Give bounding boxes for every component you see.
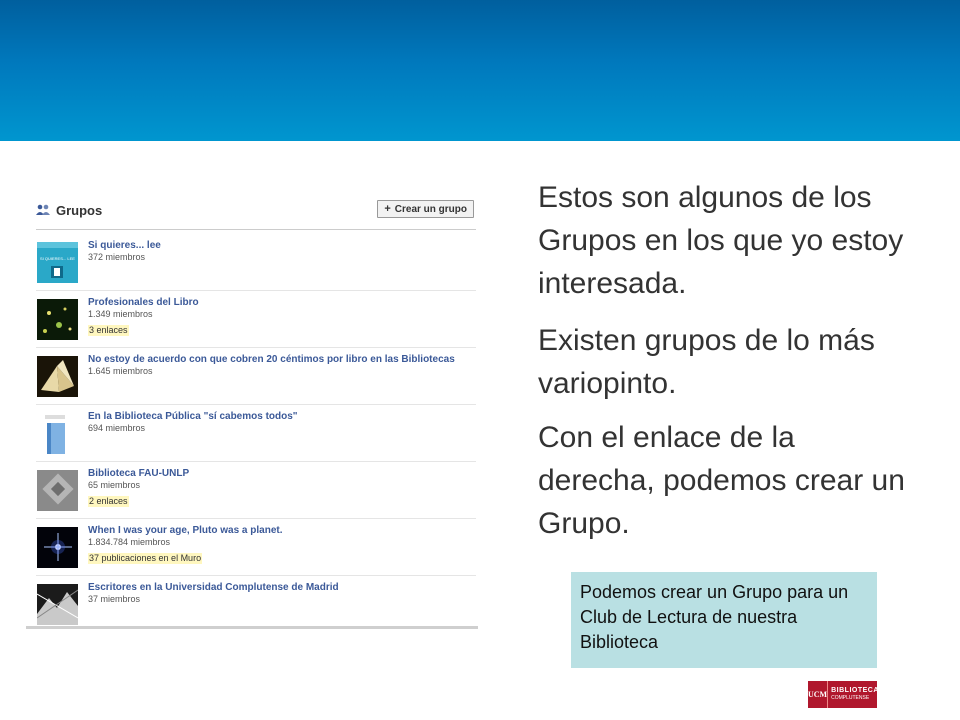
group-thumbnail[interactable] <box>37 584 78 625</box>
groups-icon <box>36 204 50 215</box>
logo-mark: UCM <box>808 681 829 708</box>
create-group-button[interactable]: + Crear un grupo <box>377 200 474 218</box>
ucm-logo: UCM BIBLIOTECA COMPLUTENSE <box>808 681 879 708</box>
group-info: Escritores en la Universidad Complutense… <box>88 582 473 605</box>
group-row[interactable]: Profesionales del Libro 1.349 miembros 3… <box>36 291 476 348</box>
note-box: Podemos crear un Grupo para un Club de L… <box>571 572 877 668</box>
group-row[interactable]: Biblioteca FAU-UNLP 65 miembros 2 enlace… <box>36 462 476 519</box>
group-name[interactable]: Profesionales del Libro <box>88 297 473 309</box>
groups-header: Grupos + Crear un grupo <box>26 190 478 230</box>
group-members: 1.645 miembros <box>88 366 153 376</box>
logo-line-2: COMPLUTENSE <box>831 695 870 701</box>
group-extra[interactable]: 37 publicaciones en el Muro <box>88 553 203 564</box>
groups-panel: Grupos + Crear un grupo SI QUIERES... LE… <box>26 190 478 630</box>
create-group-label: Crear un grupo <box>394 203 467 215</box>
paragraph-3: Con el enlace de la derecha, podemos cre… <box>538 421 905 540</box>
group-members: 1.349 miembros <box>88 309 153 319</box>
group-info: Biblioteca FAU-UNLP 65 miembros 2 enlace… <box>88 468 473 509</box>
group-members: 65 miembros <box>88 480 141 490</box>
paragraph-1: Estos son algunos de los Grupos en los q… <box>538 181 904 300</box>
group-thumbnail[interactable] <box>37 299 78 340</box>
group-name[interactable]: En la Biblioteca Pública "sí cabemos tod… <box>88 411 473 423</box>
group-extra[interactable]: 2 enlaces <box>88 496 129 507</box>
group-thumbnail[interactable] <box>37 527 78 568</box>
group-row[interactable]: When I was your age, Pluto was a planet.… <box>36 519 476 576</box>
group-members: 37 miembros <box>88 594 141 604</box>
plus-icon: + <box>384 203 391 215</box>
thumbnail-text: SI QUIERES... LEE <box>40 256 75 261</box>
group-row[interactable]: No estoy de acuerdo con que cobren 20 cé… <box>36 348 476 405</box>
group-info: Profesionales del Libro 1.349 miembros 3… <box>88 297 473 338</box>
groups-title: Grupos <box>56 203 103 218</box>
group-members: 1.834.784 miembros <box>88 537 171 547</box>
group-row[interactable]: Escritores en la Universidad Complutense… <box>36 576 476 632</box>
group-name[interactable]: When I was your age, Pluto was a planet. <box>88 525 473 537</box>
group-thumbnail[interactable]: SI QUIERES... LEE <box>37 242 78 283</box>
paragraph-2: Existen grupos de lo más variopinto. <box>538 324 875 400</box>
group-members: 694 miembros <box>88 423 146 433</box>
group-name[interactable]: No estoy de acuerdo con que cobren 20 cé… <box>88 354 473 366</box>
group-info: En la Biblioteca Pública "sí cabemos tod… <box>88 411 473 434</box>
group-row[interactable]: SI QUIERES... LEE Si quieres... lee 372 … <box>36 234 476 291</box>
group-name[interactable]: Si quieres... lee <box>88 240 473 252</box>
group-name[interactable]: Biblioteca FAU-UNLP <box>88 468 473 480</box>
group-info: Si quieres... lee 372 miembros <box>88 240 473 263</box>
panel-bottom-border <box>26 626 478 629</box>
group-members: 372 miembros <box>88 252 146 262</box>
group-row[interactable]: En la Biblioteca Pública "sí cabemos tod… <box>36 405 476 462</box>
divider <box>36 229 476 230</box>
group-thumbnail[interactable] <box>37 413 78 454</box>
group-thumbnail[interactable] <box>37 470 78 511</box>
group-info: No estoy de acuerdo con que cobren 20 cé… <box>88 354 473 377</box>
logo-line-1: BIBLIOTECA <box>831 687 879 694</box>
group-info: When I was your age, Pluto was a planet.… <box>88 525 473 566</box>
group-thumbnail[interactable] <box>37 356 78 397</box>
header-banner <box>0 0 960 141</box>
group-extra[interactable]: 3 enlaces <box>88 325 129 336</box>
group-name[interactable]: Escritores en la Universidad Complutense… <box>88 582 473 594</box>
logo-text: BIBLIOTECA COMPLUTENSE <box>828 687 879 702</box>
